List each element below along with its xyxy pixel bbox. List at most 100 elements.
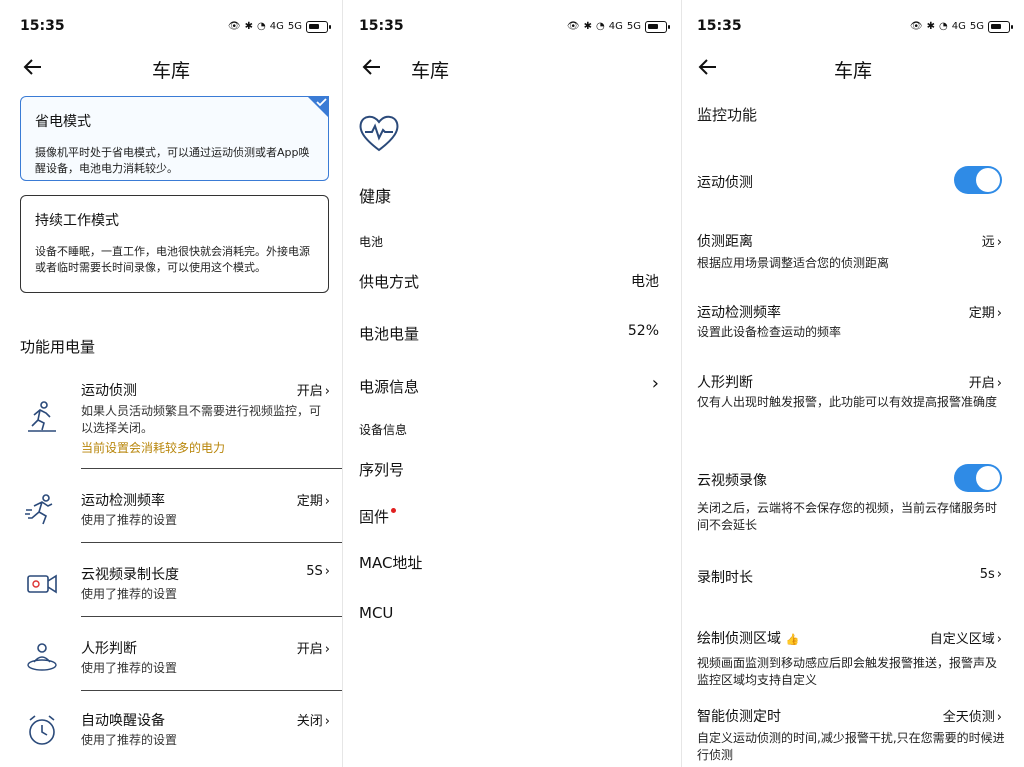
status-bar: 15:35 👁 ✱ ◔ 4G 5G [343,18,681,38]
thumbs-up-icon: 👍 [785,633,800,646]
battery-icon [645,21,670,33]
divider [81,542,342,543]
phone-screen-device-info: 15:35 👁 ✱ ◔ 4G 5G 车库 健康 电池 供电方式 电池 电池电量 … [343,0,681,767]
detect-zone-value: 自定义区域 › [929,632,1002,647]
chevron-right-icon: › [996,306,1002,321]
cloud-record-desc: 关闭之后，云端将不会保存您的视频，当前云存储服务时间不会延长 [697,501,998,532]
battery-level-label: 电池电量 [359,325,420,343]
feature-desc: 使用了推荐的设置 [81,513,178,527]
signal-5g-icon: 5G [626,21,641,32]
feature-desc: 使用了推荐的设置 [81,587,178,601]
page-title: 车库 [151,60,190,82]
power-source-row: 供电方式 电池 [359,271,659,295]
record-duration-row[interactable]: 录制时长 5s › [697,567,1002,591]
motion-detect-toggle[interactable] [954,166,1002,194]
feature-desc: 使用了推荐的设置 [81,661,178,675]
firmware-row[interactable]: 固件 [359,506,659,530]
bluetooth-icon: ✱ [926,21,936,32]
section-title-monitoring: 监控功能 [697,106,758,124]
page-title: 车库 [833,60,872,82]
feature-name: 人形判断 [81,641,137,657]
detect-distance-value: 远 › [981,235,1002,250]
cloud-record-label: 云视频录像 [697,473,767,489]
mac-label: MAC地址 [359,554,423,572]
signal-4g-icon: 4G [608,21,623,32]
page-title: 车库 [411,60,450,82]
serial-row: 序列号 [359,459,659,483]
smart-schedule-desc: 自定义运动侦测的时间,减少报警干扰,只在您需要的时候进行侦测 [697,731,1005,762]
sprinting-man-icon [25,494,53,525]
human-detect-value: 开启 › [968,376,1002,391]
feature-row-motion-detect[interactable]: 运动侦测 开启 › 如果人员活动频繁且不需要进行视频监控，可以选择关闭。 当前设置… [0,378,342,470]
chevron-right-icon: › [324,564,330,579]
bluetooth-icon: ✱ [244,21,254,32]
running-man-icon [28,401,56,432]
divider [81,690,342,691]
wifi-icon: ◔ [257,21,266,32]
feature-row-detect-frequency[interactable]: 运动检测频率 定期 › 使用了推荐的设置 [0,488,342,544]
chevron-right-icon: › [996,567,1002,582]
detect-frequency-row[interactable]: 运动检测频率 定期 › 设置此设备检查运动的频率 [697,302,1002,346]
detect-frequency-value: 定期 › [968,306,1002,321]
feature-warning: 当前设置会消耗较多的电力 [81,441,226,455]
battery-icon [306,21,331,33]
cloud-record-row: 云视频录像 关闭之后，云端将不会保存您的视频，当前云存储服务时间不会延长 [697,464,1002,536]
status-time: 15:35 [20,18,65,34]
mcu-label: MCU [359,604,394,622]
mode-desc: 设备不睡眠，一直工作，电池很快就会消耗完。外接电源或者临时需要长时间录像，可以使… [35,245,310,274]
battery-level-row: 电池电量 52% [359,323,659,347]
feature-desc: 如果人员活动频繁且不需要进行视频监控，可以选择关闭。 [81,404,322,435]
feature-value: 开启 › [296,384,330,399]
signal-5g-icon: 5G [969,21,984,32]
check-corner-icon [307,96,329,118]
feature-desc: 使用了推荐的设置 [81,733,178,747]
chevron-right-icon: › [651,373,659,394]
power-info-row[interactable]: 电源信息 › [359,373,659,400]
power-source-label: 供电方式 [359,273,420,291]
feature-row-cloud-video-length[interactable]: 云视频录制长度 5S › 使用了推荐的设置 [0,562,342,618]
person-detect-icon [27,643,57,671]
mode-card-continuous[interactable]: 持续工作模式 设备不睡眠，一直工作，电池很快就会消耗完。外接电源或者临时需要长时… [20,195,329,293]
signal-4g-icon: 4G [951,21,966,32]
status-bar: 15:35 👁 ✱ ◔ 4G 5G [682,18,1024,38]
chevron-right-icon: › [996,235,1002,250]
cloud-record-toggle[interactable] [954,464,1002,492]
detect-distance-row[interactable]: 侦测距离 远 › 根据应用场景调整适合您的侦测距离 [697,231,1002,275]
firmware-label: 固件 [359,506,397,527]
feature-name: 云视频录制长度 [81,567,179,583]
detect-zone-row[interactable]: 绘制侦测区域 👍 自定义区域 › 视频画面监测到移动感应后即会触发报警推送，报警声… [697,628,1002,688]
power-info-label: 电源信息 [359,378,420,396]
alarm-clock-icon [29,715,55,745]
feature-row-human-detect[interactable]: 人形判断 开启 › 使用了推荐的设置 [0,636,342,692]
chevron-right-icon: › [324,642,330,657]
chevron-right-icon: › [996,376,1002,391]
mode-card-power-save[interactable]: 省电模式 摄像机平时处于省电模式，可以通过运动侦测或者App唤醒设备，电池电力消… [20,96,329,181]
wifi-icon: ◔ [939,21,948,32]
back-arrow-icon[interactable] [361,56,383,78]
battery-level-value: 52% [627,323,659,339]
update-dot-icon [391,508,397,513]
human-detect-row[interactable]: 人形判断 开启 › 仅有人出现时触发报警，此功能可以有效提高报警准确度 [697,372,1002,432]
motion-detect-row: 运动侦测 [697,166,1002,196]
nav-bar: 车库 [682,52,1024,86]
nav-bar: 车库 [0,52,342,86]
detect-frequency-desc: 设置此设备检查运动的频率 [697,325,842,339]
mcu-row: MCU [359,604,659,628]
power-source-value: 电池 [631,274,659,290]
wifi-icon: ◔ [596,21,605,32]
smart-schedule-row[interactable]: 智能侦测定时 全天侦测 › 自定义运动侦测的时间,减少报警干扰,只在您需要的时候进… [697,706,1005,766]
feature-row-auto-wake[interactable]: 自动唤醒设备 关闭 › 使用了推荐的设置 [0,710,342,766]
phone-screen-power-mode: 15:35 👁 ✱ ◔ 4G 5G 车库 省电模式 摄像机平时处于省电模式，可以… [0,0,342,767]
chevron-right-icon: › [324,714,330,729]
mode-desc: 摄像机平时处于省电模式，可以通过运动侦测或者App唤醒设备，电池电力消耗较少。 [35,146,310,175]
record-duration-value: 5s › [979,567,1002,582]
feature-name: 自动唤醒设备 [81,713,165,729]
battery-section-header: 电池 [359,235,384,249]
health-label: 健康 [359,187,392,206]
detect-zone-desc: 视频画面监测到移动感应后即会触发报警推送，报警声及监控区域均支持自定义 [697,656,998,687]
phone-screen-monitoring: 15:35 👁 ✱ ◔ 4G 5G 车库 监控功能 运动侦测 侦测距离 远 › 根… [682,0,1024,767]
serial-label: 序列号 [359,461,405,479]
chevron-right-icon: › [324,384,330,399]
chevron-right-icon: › [324,494,330,509]
detect-frequency-label: 运动检测频率 [697,305,781,321]
